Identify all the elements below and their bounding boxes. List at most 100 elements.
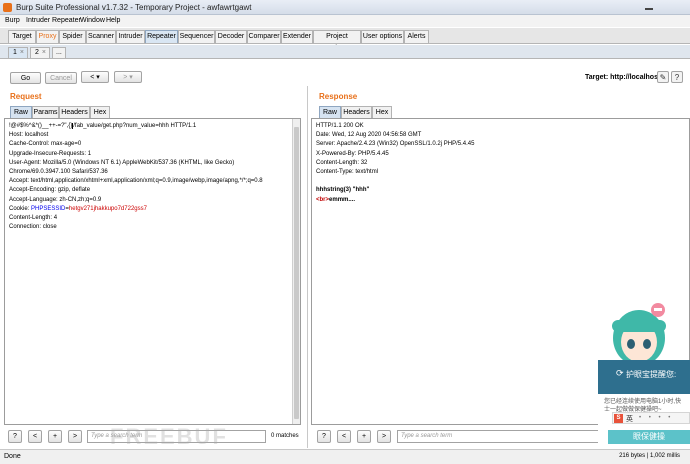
response-tab-headers[interactable]: Headers [341, 106, 372, 118]
response-line: Server: Apache/2.4.23 (Win32) OpenSSL/1.… [316, 141, 475, 148]
response-line: Content-Type: text/html [316, 168, 379, 175]
minimize-icon[interactable] [638, 2, 660, 13]
menu-help[interactable]: Help [106, 17, 120, 24]
response-prev-button[interactable]: < [337, 430, 351, 443]
burp-logo-icon [3, 3, 12, 12]
tab-repeater[interactable]: Repeater [145, 30, 178, 43]
repeater-tab-1[interactable]: 1 × [8, 47, 28, 58]
response-tab-hex[interactable]: Hex [372, 106, 392, 118]
response-line: X-Powered-By: PHP/5.4.45 [316, 150, 389, 157]
request-tab-hex[interactable]: Hex [90, 106, 110, 118]
header-line: Host: localhost [9, 132, 49, 139]
header-line: Upgrade-Insecure-Requests: 1 [9, 150, 92, 157]
menu-repeater[interactable]: Repeater [52, 17, 81, 24]
response-next-button[interactable]: > [377, 430, 391, 443]
menu-window[interactable]: Window [80, 17, 105, 24]
status-bar: Done 216 bytes | 1,002 millis [0, 449, 690, 464]
request-editor[interactable]: !@#$%^&*()__++-=?",{}/fab_value/get.php?… [4, 118, 301, 425]
repeater-tab-1-label: 1 [13, 49, 17, 56]
new-tab-button[interactable]: ... [52, 47, 66, 58]
help-icon[interactable]: ? [671, 71, 683, 83]
response-line: Date: Wed, 12 Aug 2020 04:56:58 GMT [316, 132, 422, 139]
tab-user-options[interactable]: User options [361, 30, 404, 43]
cookie-value: hetgv271jhakkupo7d722gss7 [68, 205, 147, 212]
menu-burp[interactable]: Burp [5, 17, 20, 24]
request-line-start: !@#$%^&*()__++-=?",{} [9, 123, 73, 129]
request-next-button[interactable]: > [68, 430, 82, 443]
tab-spider[interactable]: Spider [59, 30, 86, 43]
eye-care-icon: ⟳ [616, 368, 624, 378]
request-matches-count: 0 matches [271, 433, 299, 439]
eye-exercise-button[interactable]: 眼保健操 [608, 430, 690, 444]
request-add-button[interactable]: + [48, 430, 62, 443]
response-help-button[interactable]: ? [317, 430, 331, 443]
response-title: Response [319, 92, 358, 101]
tab-project-options[interactable]: Project options [313, 30, 361, 52]
target-label: Target: http://localhost [585, 74, 661, 81]
back-button[interactable]: < ▾ [81, 71, 109, 83]
response-body-text: emmm.... [329, 196, 356, 203]
request-tab-raw[interactable]: Raw [10, 106, 32, 118]
ime-toolbar[interactable]: S 英 • • • • [612, 412, 690, 424]
request-tab-headers[interactable]: Headers [59, 106, 90, 118]
header-line: Accept: text/html,application/xhtml+xml,… [9, 178, 263, 185]
cookie-prefix: Cookie: [9, 205, 32, 212]
main-tab-bar: Target Proxy Spider Scanner Intruder Rep… [0, 28, 690, 52]
ime-language[interactable]: 英 [626, 414, 633, 424]
edit-pencil-icon[interactable]: ✎ [657, 71, 669, 83]
response-body-line: hhhstring(3) "hhh" [316, 187, 370, 194]
header-line: Accept-Encoding: gzip, deflate [9, 187, 91, 194]
tab-target[interactable]: Target [8, 30, 36, 43]
menu-intruder[interactable]: Intruder [26, 17, 50, 24]
cookie-name: PHPSESSID [31, 205, 66, 212]
repeater-tab-2-label: 2 [35, 49, 39, 56]
header-line: Content-Length: 4 [9, 214, 58, 221]
split-divider[interactable] [307, 86, 308, 448]
tab-alerts[interactable]: Alerts [404, 30, 429, 43]
tab-decoder[interactable]: Decoder [215, 30, 247, 43]
response-line: HTTP/1.1 200 OK [316, 123, 364, 129]
request-line: !@#$%^&*()__++-=?",{}/fab_value/get.php?… [9, 122, 290, 131]
tab-sequencer[interactable]: Sequencer [178, 30, 215, 43]
scrollbar-thumb[interactable] [294, 127, 299, 419]
request-tab-params[interactable]: Params [32, 106, 59, 118]
eye-care-popup[interactable]: ⟳ 护眼宝提醒您: 您已经连续使用电脑1小时,快 士一起做做保健操吧~ S 英 … [598, 360, 690, 448]
forward-button[interactable]: > ▾ [114, 71, 142, 83]
response-add-button[interactable]: + [357, 430, 371, 443]
header-line: Chrome/69.0.3947.100 Safari/537.36 [9, 168, 108, 175]
close-icon[interactable]: × [42, 48, 46, 58]
tab-comparer[interactable]: Comparer [247, 30, 281, 43]
response-size-timing: 216 bytes | 1,002 millis [619, 453, 680, 459]
tab-scanner[interactable]: Scanner [86, 30, 116, 43]
cookie-line: Cookie: PHPSESSID=hetgv271jhakkupo7d722g… [9, 205, 290, 214]
request-help-button[interactable]: ? [8, 430, 22, 443]
title-bar: Burp Suite Professional v1.7.32 - Tempor… [0, 0, 690, 15]
header-line: User-Agent: Mozilla/5.0 (Windows NT 6.1)… [9, 159, 235, 166]
repeater-tab-2[interactable]: 2 × [30, 47, 50, 58]
window-title: Burp Suite Professional v1.7.32 - Tempor… [16, 3, 252, 12]
ime-tools-icon[interactable]: • • • • [639, 415, 673, 421]
request-prev-button[interactable]: < [28, 430, 42, 443]
response-body-line: <br>emmm.... [316, 196, 679, 205]
tab-proxy[interactable]: Proxy [36, 30, 59, 43]
header-line: Accept-Language: zh-CN,zh;q=0.9 [9, 196, 102, 203]
request-scrollbar[interactable] [292, 119, 300, 424]
cancel-button[interactable]: Cancel [45, 72, 77, 84]
tab-extender[interactable]: Extender [281, 30, 313, 43]
popup-body: 您已经连续使用电脑1小时,快 士一起做做保健操吧~ S 英 • • • • 眼保… [598, 394, 690, 448]
request-search-input[interactable]: Type a search term [87, 430, 266, 443]
header-line: Cache-Control: max-age=0 [9, 141, 82, 148]
status-text: Done [4, 453, 21, 460]
response-line: Content-Length: 32 [316, 159, 368, 166]
close-icon[interactable]: × [20, 48, 24, 58]
response-tab-raw[interactable]: Raw [319, 106, 341, 118]
request-line-end: /fab_value/get.php?num_value=hhh HTTP/1.… [73, 123, 197, 129]
html-tag: <br> [316, 196, 330, 203]
go-button[interactable]: Go [10, 72, 41, 84]
header-line: Connection: close [9, 224, 57, 231]
sogou-logo-icon: S [614, 414, 623, 423]
popup-header-text: 护眼宝提醒您: [626, 370, 677, 379]
tab-intruder[interactable]: Intruder [116, 30, 145, 43]
response-search-input[interactable]: Type a search term [397, 430, 607, 443]
